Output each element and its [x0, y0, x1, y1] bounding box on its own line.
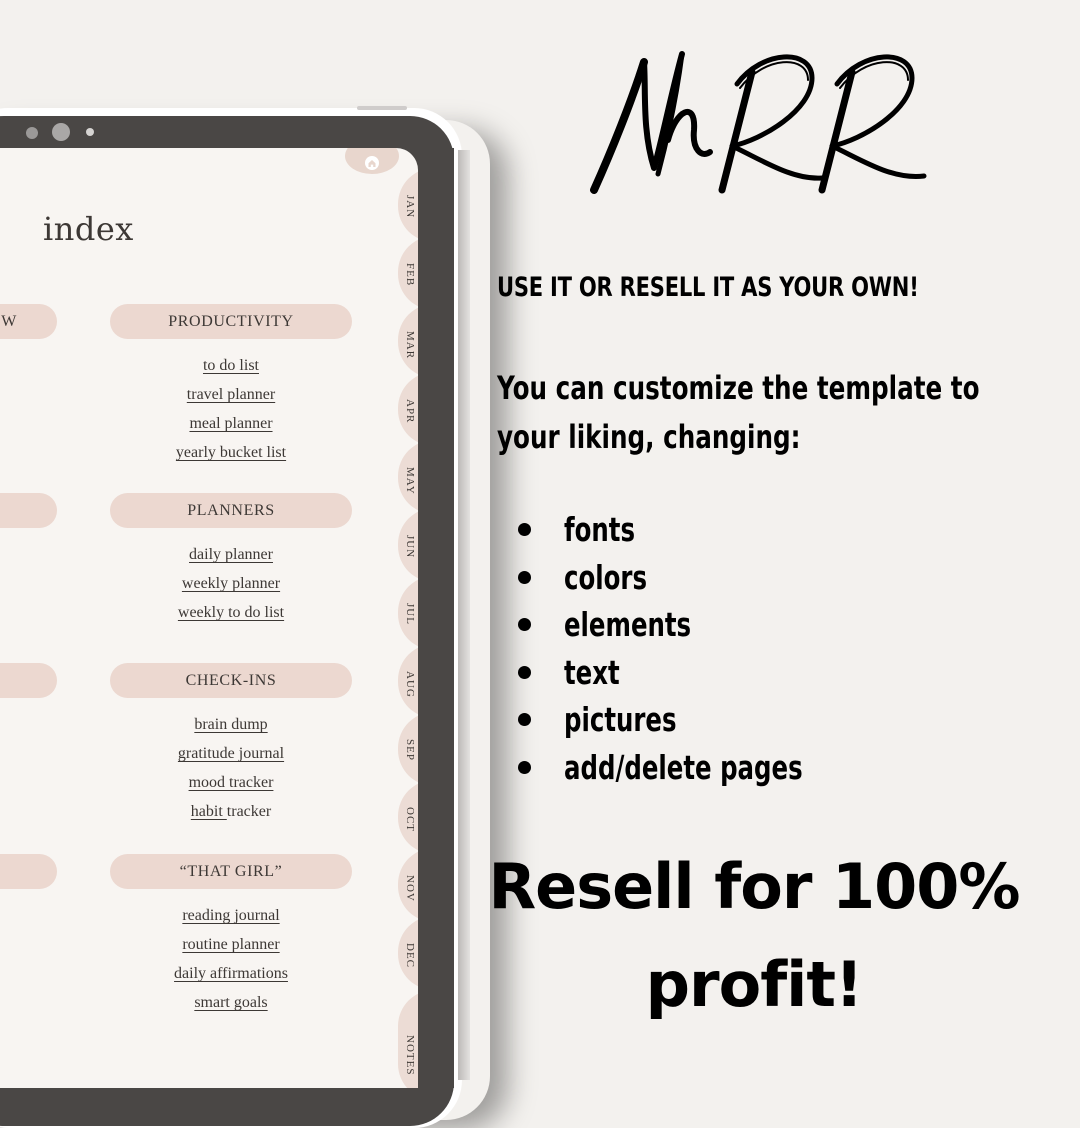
feature-item: fonts — [518, 506, 886, 554]
bullet-icon — [518, 713, 531, 727]
feature-item: text — [518, 649, 886, 697]
tab-jul[interactable]: JUL — [398, 576, 418, 650]
section-check-ins: CHECK-INS brain dump gratitude journal m… — [110, 663, 352, 826]
link-list: er et cker — [0, 540, 57, 627]
tab-feb[interactable]: FEB — [398, 236, 418, 310]
section-header — [0, 493, 57, 528]
link-meal-planner[interactable]: meal planner — [189, 409, 272, 438]
link-brain-dump[interactable]: brain dump — [194, 710, 267, 739]
tab-aug[interactable]: AUG — [398, 644, 418, 718]
tablet-screen: index VIEW ber l er et cker lanner . ner… — [0, 148, 418, 1088]
camera-dot-icon — [26, 127, 38, 139]
feature-list: fonts colors elements text pictures add/… — [518, 506, 886, 791]
link-to-do-list[interactable]: to do list — [203, 351, 259, 380]
link-list: lanner . ner — [0, 901, 57, 1017]
link-list: to do list travel planner meal planner y… — [110, 351, 352, 467]
link-list: brain dump gratitude journal mood tracke… — [110, 710, 352, 826]
link-routine-planner[interactable]: routine planner — [182, 930, 279, 959]
home-icon — [365, 156, 379, 170]
tab-jun[interactable]: JUN — [398, 508, 418, 582]
link-daily-planner[interactable]: daily planner — [189, 540, 273, 569]
section-that-girl: “THAT GIRL” reading journal routine plan… — [110, 854, 352, 1017]
bullet-icon — [518, 618, 531, 632]
mrr-logo: MRR — [590, 51, 927, 194]
feature-item: elements — [518, 601, 886, 649]
tab-notes[interactable]: NOTES — [398, 990, 418, 1088]
section-productivity: PRODUCTIVITY to do list travel planner m… — [110, 304, 352, 467]
link-gratitude-journal[interactable]: gratitude journal — [178, 739, 284, 768]
tablet-side-edge — [458, 150, 470, 1080]
cta-text: Resell for 100% profit! — [488, 850, 1020, 1021]
link-yearly-bucket-list[interactable]: yearly bucket list — [176, 438, 286, 467]
tab-apr[interactable]: APR — [398, 372, 418, 446]
tab-nov[interactable]: NOV — [398, 848, 418, 922]
bullet-icon — [518, 523, 531, 537]
page-title: index — [43, 210, 134, 248]
link-weekly-planner[interactable]: weekly planner — [182, 569, 280, 598]
tab-dec[interactable]: DEC — [398, 916, 418, 990]
section-header — [0, 854, 57, 889]
subtext: You can customize the template to your l… — [497, 369, 980, 456]
section-left-4: lanner . ner — [0, 854, 57, 1017]
tablet-power-button — [357, 106, 407, 110]
link-list: ber l — [0, 351, 57, 409]
feature-item: colors — [518, 554, 886, 602]
section-left-2: er et cker — [0, 493, 57, 627]
section-header: “THAT GIRL” — [110, 854, 352, 889]
home-button[interactable] — [345, 148, 399, 174]
section-overview: VIEW ber l — [0, 304, 57, 409]
link-reading-journal[interactable]: reading journal — [182, 901, 279, 930]
link-daily-affirmations[interactable]: daily affirmations — [174, 959, 288, 988]
link-weekly-to-do-list[interactable]: weekly to do list — [178, 598, 284, 627]
section-left-3 — [0, 663, 57, 698]
bullet-icon — [518, 570, 531, 584]
camera-sensor-icon — [86, 128, 94, 136]
link-travel-planner[interactable]: travel planner — [187, 380, 275, 409]
feature-item: pictures — [518, 696, 886, 744]
link-smart-goals[interactable]: smart goals — [194, 988, 267, 1017]
tablet-bezel-right — [418, 148, 454, 1088]
tab-oct[interactable]: OCT — [398, 780, 418, 854]
section-header — [0, 663, 57, 698]
link-list: reading journal routine planner daily af… — [110, 901, 352, 1017]
section-header: VIEW — [0, 304, 57, 339]
bullet-icon — [518, 760, 531, 774]
headline: USE IT OR RESELL IT AS YOUR OWN! — [497, 272, 919, 303]
section-header: CHECK-INS — [110, 663, 352, 698]
feature-item: add/delete pages — [518, 744, 886, 792]
tab-may[interactable]: MAY — [398, 440, 418, 514]
link-mood-tracker[interactable]: mood tracker — [189, 768, 274, 797]
tab-jan[interactable]: JAN — [398, 168, 418, 242]
section-planners: PLANNERS daily planner weekly planner we… — [110, 493, 352, 627]
link-habit-tracker[interactable]: habit tracker — [191, 797, 271, 826]
camera-lens-icon — [52, 123, 70, 141]
tab-mar[interactable]: MAR — [398, 304, 418, 378]
section-header: PRODUCTIVITY — [110, 304, 352, 339]
section-header: PLANNERS — [110, 493, 352, 528]
tab-sep[interactable]: SEP — [398, 712, 418, 786]
bullet-icon — [518, 665, 531, 679]
link-list: daily planner weekly planner weekly to d… — [110, 540, 352, 627]
